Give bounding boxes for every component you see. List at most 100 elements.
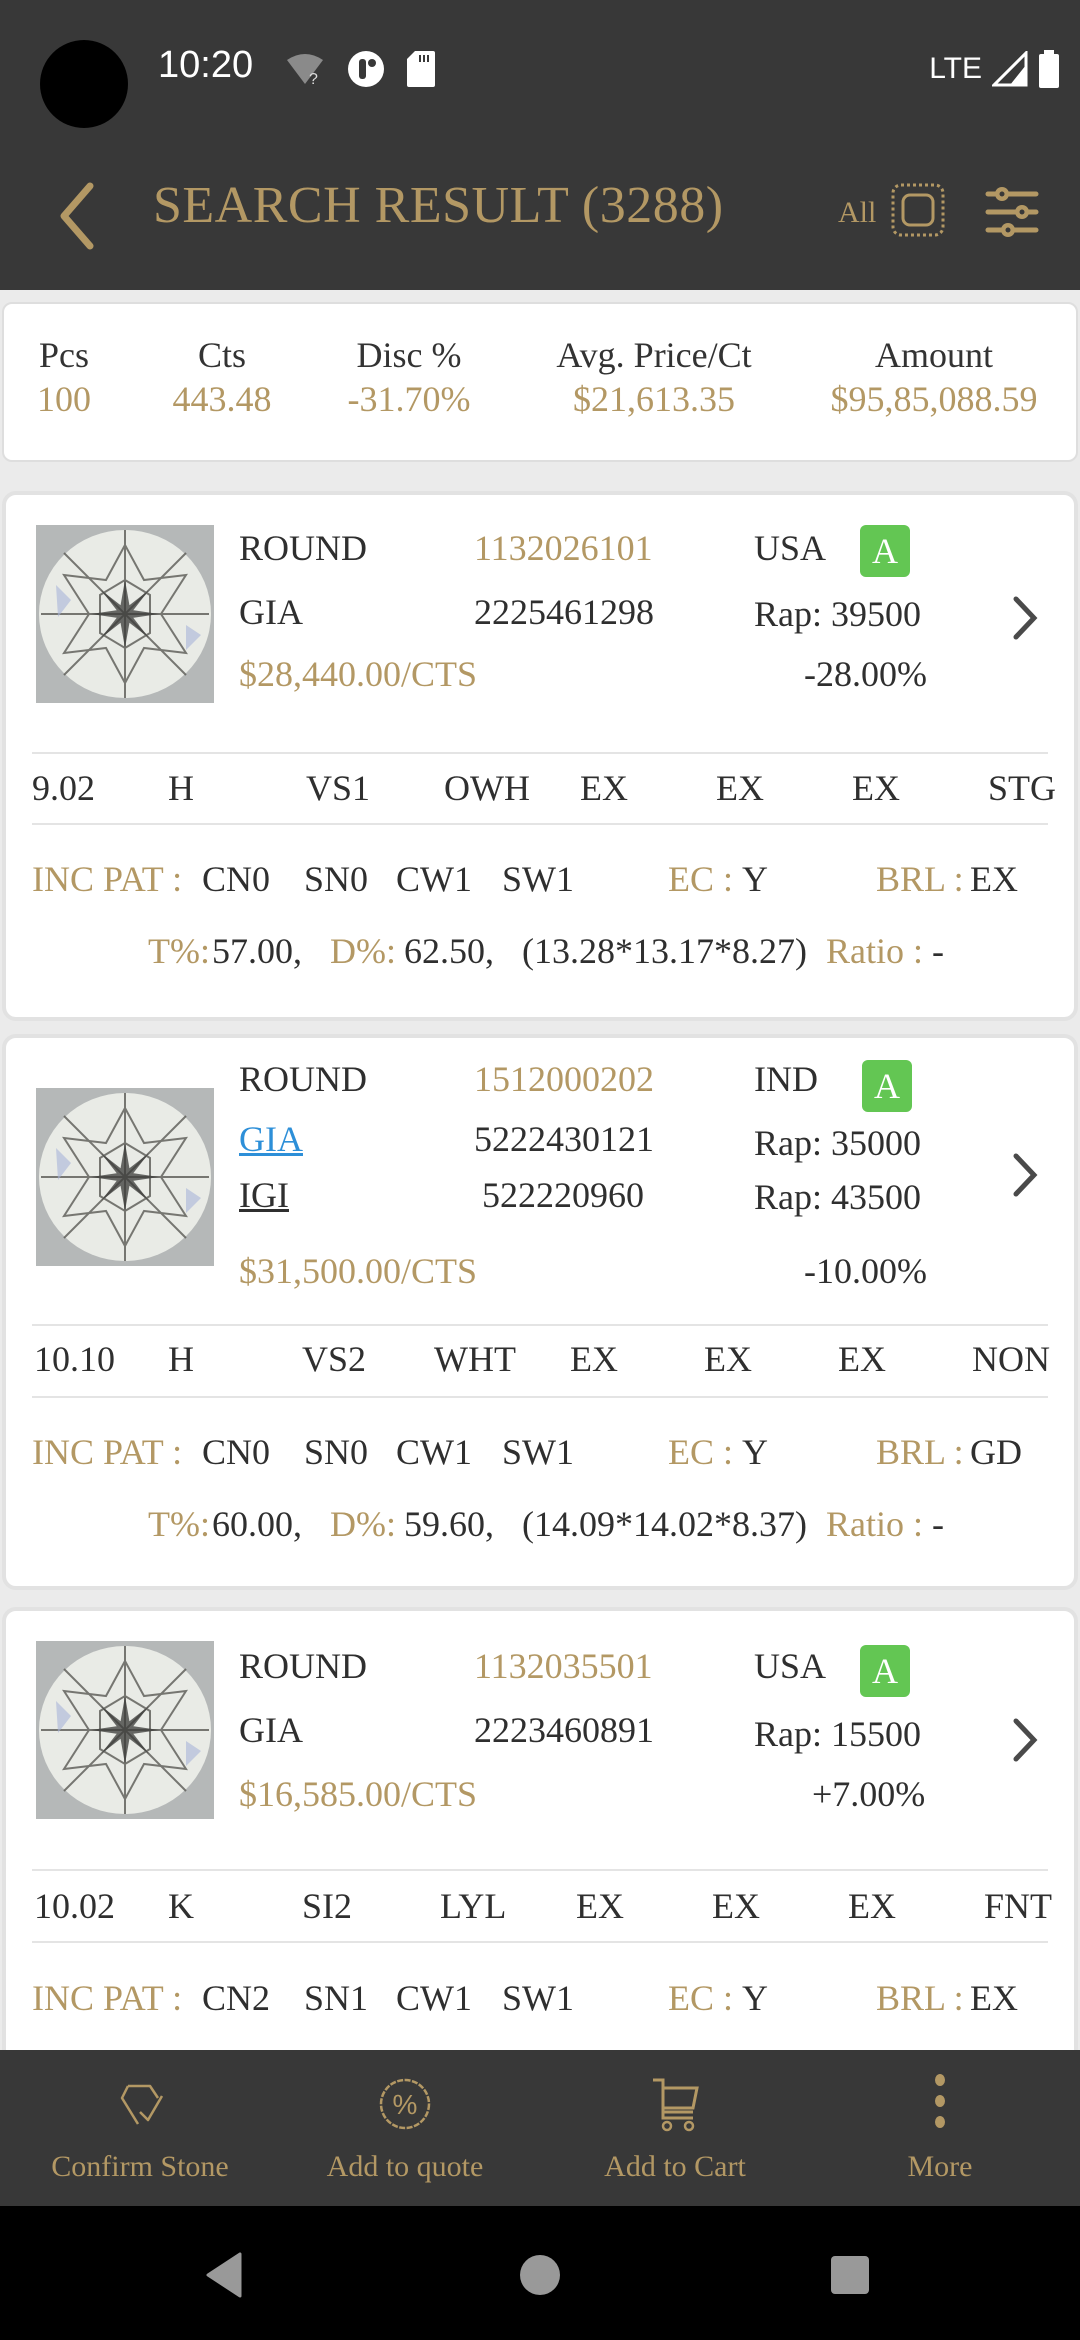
ec-label: EC :: [668, 1978, 734, 2018]
table-label: T%:: [148, 1504, 210, 1544]
ratio-label: Ratio :: [826, 1504, 923, 1544]
summary-label: Avg. Price/Ct: [556, 335, 752, 375]
rap-price: Rap: 43500: [754, 1177, 921, 1217]
depth-value: 62.50,: [404, 931, 494, 971]
stock-id[interactable]: 1132035501: [474, 1645, 653, 1687]
spec-clarity: VS2: [302, 1339, 367, 1379]
lab-link-gia[interactable]: GIA: [239, 1118, 303, 1160]
inc-pat-value: CN0: [202, 1432, 271, 1472]
brl-value: EX: [970, 1978, 1018, 2018]
summary-amount: Amount $95,85,088.59: [814, 334, 1054, 420]
inc-pat-value: SW1: [502, 859, 574, 899]
spec-shade: LYL: [440, 1886, 507, 1926]
cert-number: 2223460891: [474, 1710, 654, 1750]
chevron-right-icon[interactable]: [1010, 593, 1040, 643]
action-label: Add to quote: [326, 2150, 484, 2183]
status-bar: 10:20 ? LTE: [0, 0, 1080, 140]
inc-pat-value: SW1: [502, 1978, 574, 2018]
select-all-checkbox-icon[interactable]: [890, 182, 946, 238]
summary-value: -31.70%: [347, 379, 471, 419]
bottom-action-bar: Confirm Stone % Add to quote Add to Cart…: [0, 2050, 1080, 2206]
inc-pat-label: INC PAT :: [32, 1978, 183, 2018]
spec-fluorescence: FNT: [984, 1886, 1053, 1926]
spec-cut: EX: [570, 1339, 618, 1379]
divider: [32, 1324, 1048, 1326]
ec-label: EC :: [668, 859, 734, 899]
table-value: 57.00,: [212, 931, 302, 971]
divider: [32, 1941, 1048, 1943]
filter-sliders-icon[interactable]: [984, 184, 1040, 240]
inc-pat-value: CW1: [396, 1978, 472, 2018]
lab-name[interactable]: GIA: [239, 1709, 303, 1751]
spec-carat: 9.02: [32, 768, 95, 808]
data-saver-icon: [348, 51, 384, 87]
recents-square-icon[interactable]: [825, 2250, 875, 2300]
inc-pat-value: CW1: [396, 1432, 472, 1472]
back-triangle-icon[interactable]: [200, 2250, 250, 2300]
diamond-image[interactable]: [36, 525, 214, 703]
stone-location: USA: [754, 528, 827, 568]
add-to-quote-button[interactable]: % Add to quote: [270, 2050, 540, 2206]
stone-shape: ROUND: [239, 1059, 368, 1099]
summary-label: Disc %: [356, 335, 462, 375]
select-all-label[interactable]: All: [838, 196, 876, 230]
divider: [32, 823, 1048, 825]
diamond-image[interactable]: [36, 1088, 214, 1266]
stone-shape: ROUND: [239, 1646, 368, 1686]
back-chevron-icon[interactable]: [50, 180, 110, 250]
ec-label: EC :: [668, 1432, 734, 1472]
system-nav-bar: [0, 2206, 1080, 2340]
inc-pat-value: CN0: [202, 859, 271, 899]
summary-value: $21,613.35: [573, 379, 735, 419]
diamond-check-icon: [120, 2084, 164, 2125]
stock-id[interactable]: 1512000202: [474, 1058, 654, 1100]
discount-percent: -28.00%: [804, 654, 927, 694]
spec-color: H: [168, 768, 194, 808]
depth-label: D%:: [330, 1504, 396, 1544]
rap-price: Rap: 39500: [754, 594, 921, 634]
spec-color: H: [168, 1339, 194, 1379]
chevron-right-icon[interactable]: [1010, 1715, 1040, 1765]
depth-value: 59.60,: [404, 1504, 494, 1544]
spec-polish: EX: [704, 1339, 752, 1379]
stone-card[interactable]: ROUND 1132035501 USA A GIA 2223460891 Ra…: [2, 1607, 1078, 2127]
summary-label: Amount: [874, 335, 993, 375]
availability-badge: A: [860, 1645, 910, 1697]
network-type: LTE: [929, 52, 982, 85]
confirm-stone-button[interactable]: Confirm Stone: [5, 2050, 275, 2206]
ec-value: Y: [742, 1978, 768, 2018]
inc-pat-value: SN1: [304, 1978, 369, 2018]
spec-carat: 10.02: [34, 1886, 115, 1926]
brl-label: BRL :: [876, 859, 964, 899]
home-circle-icon[interactable]: [515, 2250, 565, 2300]
svg-text:%: %: [393, 2089, 418, 2120]
spec-symmetry: EX: [848, 1886, 896, 1926]
app-header: SEARCH RESULT (3288) All: [0, 140, 1080, 290]
spec-fluorescence: STG: [988, 768, 1057, 808]
lab-link-igi[interactable]: IGI: [239, 1174, 289, 1216]
availability-badge: A: [860, 525, 910, 577]
ec-value: Y: [742, 1432, 768, 1472]
stock-id[interactable]: 1132026101: [474, 527, 653, 569]
spec-fluorescence: NON: [972, 1339, 1050, 1379]
summary-label: Cts: [197, 335, 247, 375]
ratio-value: -: [932, 1504, 944, 1544]
lab-name[interactable]: GIA: [239, 591, 303, 633]
inc-pat-label: INC PAT :: [32, 859, 183, 899]
add-to-cart-button[interactable]: Add to Cart: [540, 2050, 810, 2206]
spec-clarity: SI2: [302, 1886, 353, 1926]
stone-location: USA: [754, 1646, 827, 1686]
summary-value: 100: [37, 379, 91, 419]
chevron-right-icon[interactable]: [1010, 1150, 1040, 1200]
inc-pat-value: SN0: [304, 859, 369, 899]
signal-icon: [992, 51, 1028, 87]
inc-pat-value: CN2: [202, 1978, 271, 2018]
wifi-unknown-icon: ?: [287, 54, 323, 86]
diamond-image[interactable]: [36, 1641, 214, 1819]
cert-number: 2225461298: [474, 592, 654, 632]
more-button[interactable]: More: [805, 2050, 1075, 2206]
stone-card[interactable]: ROUND 1132026101 USA A GIA 2225461298 Ra…: [2, 491, 1078, 1021]
page-title: SEARCH RESULT (3288): [153, 177, 724, 234]
summary-label: Pcs: [38, 335, 89, 375]
stone-card[interactable]: ROUND 1512000202 IND A GIA 5222430121 Ra…: [2, 1034, 1078, 1590]
